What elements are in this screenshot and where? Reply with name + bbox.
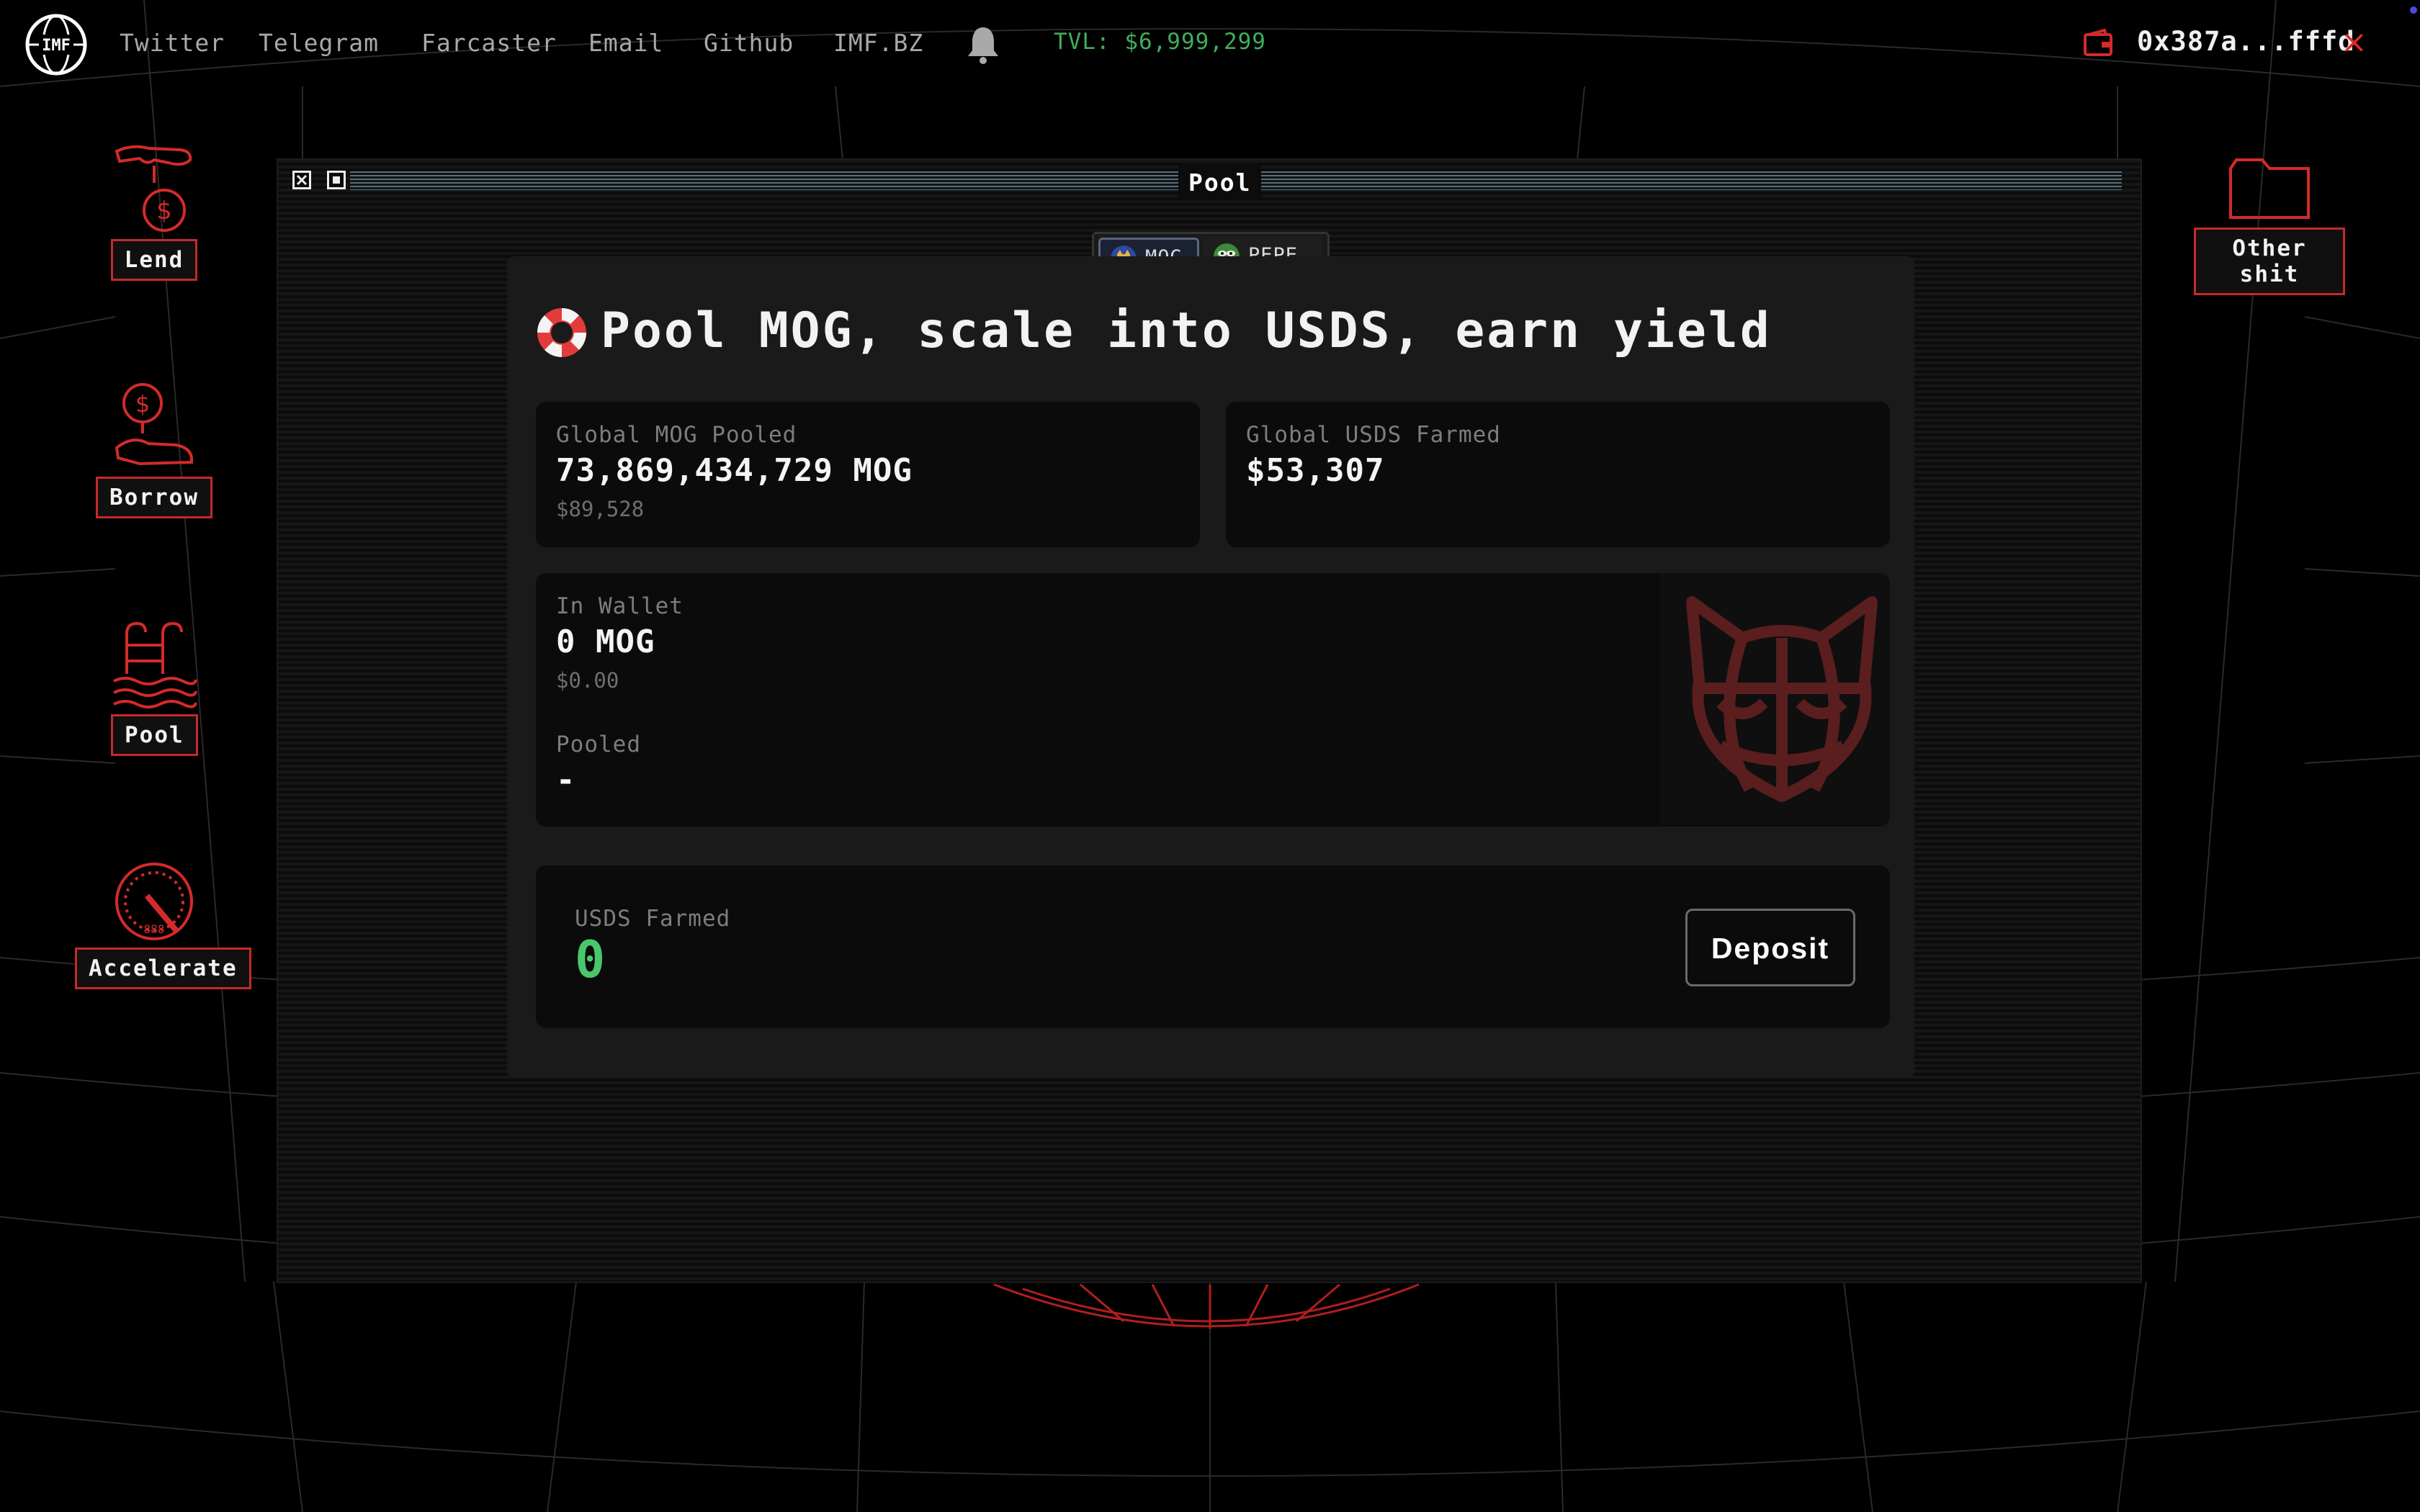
window-close-button[interactable] — [292, 171, 311, 189]
svg-text:$: $ — [156, 197, 172, 225]
tvl-display: TVL: $6,999,299 — [1054, 29, 1266, 55]
speedometer-icon: 888 — [115, 863, 193, 940]
lend-hand-coin-icon: $ — [115, 145, 192, 232]
in-wallet-label: In Wallet — [556, 593, 684, 619]
pool-window: Pool MOG PEPE — [278, 160, 2141, 1282]
global-farmed-card: Global USDS Farmed $53,307 — [1226, 402, 1890, 547]
mog-cat-mascot-icon — [1686, 596, 1878, 802]
wallet-icon[interactable] — [2083, 29, 2115, 58]
usds-farmed-label: USDS Farmed — [575, 906, 731, 932]
close-icon — [296, 174, 308, 186]
nav-link-telegram[interactable]: Telegram — [259, 29, 379, 57]
nav-link-farcaster[interactable]: Farcaster — [421, 29, 557, 57]
desktop-icon-other[interactable]: Other shit — [2194, 151, 2345, 295]
nav-link-github[interactable]: Github — [704, 29, 794, 57]
status-dot — [2410, 6, 2417, 14]
nav-link-twitter[interactable]: Twitter — [120, 29, 225, 57]
window-titlebar[interactable]: Pool — [278, 160, 2141, 203]
wallet-card: In Wallet 0 MOG $0.00 Pooled - — [536, 573, 1890, 827]
global-pooled-label: Global MOG Pooled — [556, 422, 797, 448]
in-wallet-usd: $0.00 — [556, 668, 619, 693]
global-pooled-card: Global MOG Pooled 73,869,434,729 MOG $89… — [536, 402, 1200, 547]
borrow-hand-coin-icon: $ — [115, 383, 194, 466]
nav-link-email[interactable]: Email — [588, 29, 663, 57]
wallet-address[interactable]: 0x387a...fffd — [2137, 26, 2355, 57]
pool-ladder-icon — [113, 621, 197, 708]
deposit-button[interactable]: Deposit — [1685, 909, 1855, 986]
window-title: Pool — [1178, 166, 1262, 199]
pooled-value: - — [556, 762, 576, 798]
window-maximize-button[interactable] — [327, 171, 346, 189]
usds-farmed-value: 0 — [575, 930, 606, 989]
global-farmed-value: $53,307 — [1246, 452, 1385, 489]
svg-text:$: $ — [135, 390, 150, 418]
pool-panel: Pool MOG, scale into USDS, earn yield Gl… — [507, 256, 1914, 1077]
imf-logo-icon[interactable]: IMF — [24, 13, 88, 76]
desktop-icon-pool[interactable]: Pool — [111, 616, 198, 756]
desktop-label-borrow[interactable]: Borrow — [96, 477, 212, 518]
folder-icon — [2229, 158, 2310, 219]
global-farmed-label: Global USDS Farmed — [1246, 422, 1501, 448]
global-pooled-usd: $89,528 — [556, 497, 645, 521]
in-wallet-value: 0 MOG — [556, 624, 655, 660]
maximize-icon — [333, 176, 340, 184]
farmed-card: USDS Farmed 0 Deposit — [536, 865, 1890, 1028]
lifebuoy-icon — [537, 308, 586, 357]
desktop-label-accelerate[interactable]: Accelerate — [75, 948, 251, 989]
pooled-label: Pooled — [556, 732, 641, 757]
page-title: Pool MOG, scale into USDS, earn yield — [601, 302, 1772, 359]
bell-icon[interactable] — [965, 24, 1001, 65]
nav-link-imf-bz[interactable]: IMF.BZ — [833, 29, 923, 57]
global-pooled-value: 73,869,434,729 MOG — [556, 452, 913, 489]
svg-text:IMF: IMF — [42, 37, 71, 55]
desktop-label-pool[interactable]: Pool — [111, 714, 198, 756]
top-bar: IMF Twitter Telegram Farcaster Email Git… — [0, 0, 2420, 88]
desktop-icon-lend[interactable]: $ Lend — [101, 141, 207, 281]
desktop-icon-borrow[interactable]: $ Borrow — [89, 379, 219, 518]
svg-text:888: 888 — [144, 922, 165, 936]
desktop-label-other[interactable]: Other shit — [2194, 228, 2345, 295]
desktop-icon-accelerate[interactable]: 888 Accelerate — [75, 857, 251, 989]
disconnect-close-icon[interactable]: × — [2341, 24, 2367, 60]
desktop-label-lend[interactable]: Lend — [110, 239, 198, 281]
